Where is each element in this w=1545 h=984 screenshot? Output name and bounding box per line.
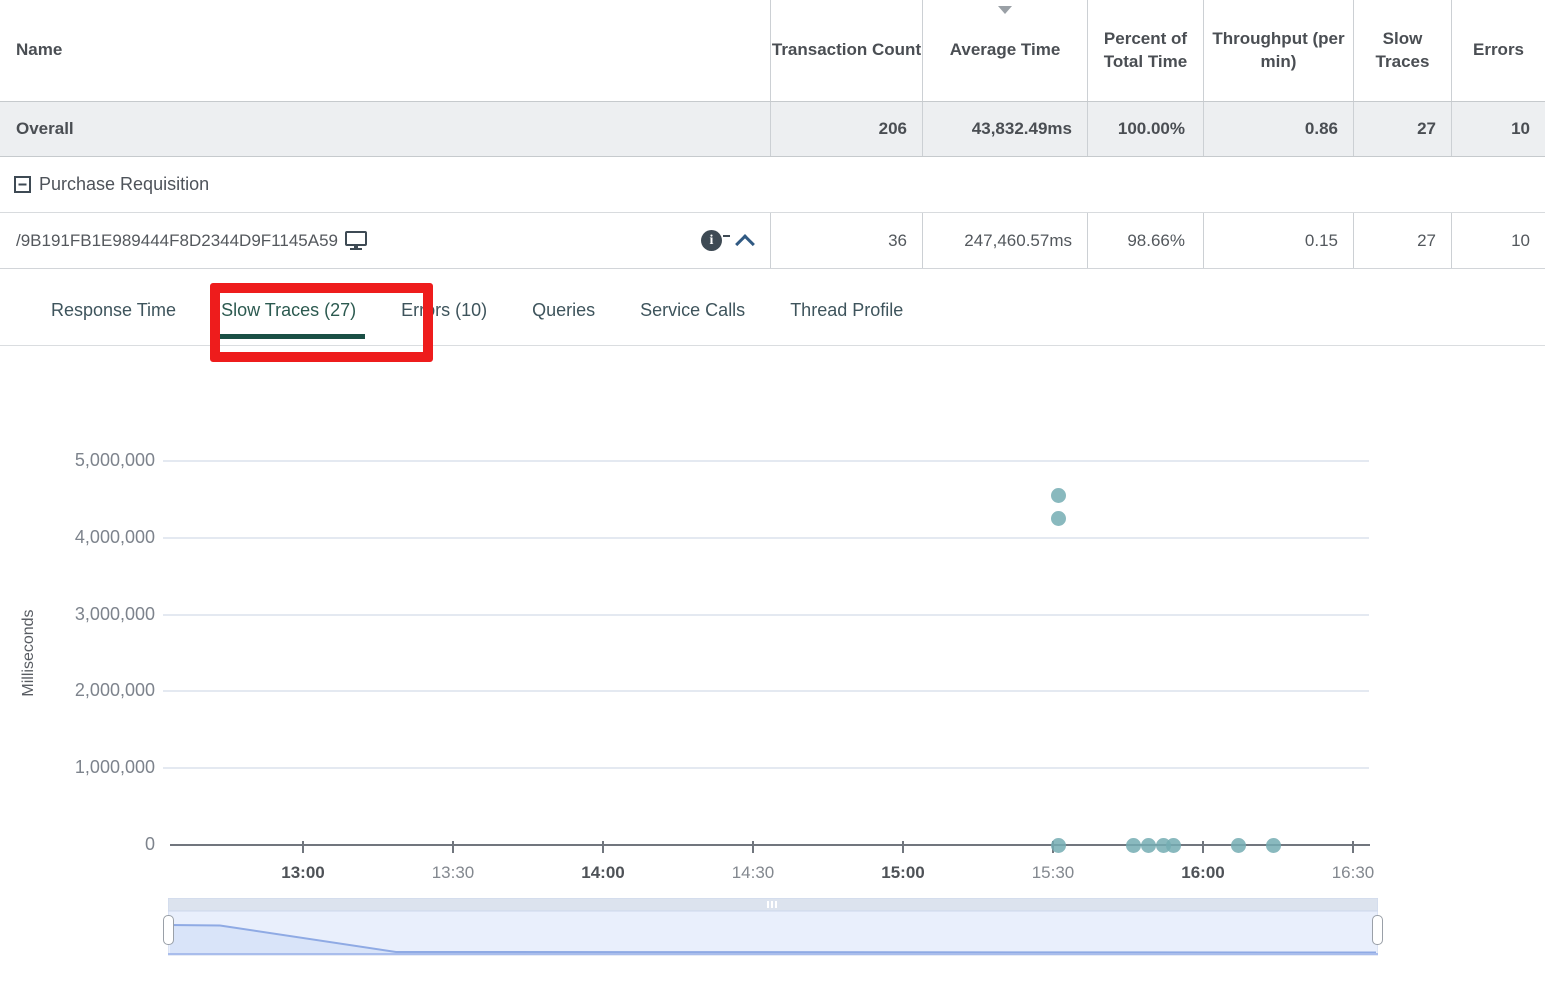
overall-percent-of-total: 100.00%: [1087, 102, 1203, 156]
transaction-name[interactable]: /9B191FB1E989444F8D2344D9F1145A59: [16, 231, 338, 251]
detail-tabs: Response Time Slow Traces (27) Errors (1…: [0, 292, 912, 339]
column-header-label: Throughput (per min): [1204, 28, 1353, 74]
x-tick-label: 13:00: [263, 863, 343, 883]
transaction-errors: 10: [1451, 213, 1545, 268]
x-tick-mark: [302, 841, 304, 853]
x-tick-mark: [602, 841, 604, 853]
scatter-point[interactable]: [1051, 838, 1066, 853]
x-tick-mark: [1352, 841, 1354, 853]
column-header-slow-traces[interactable]: Slow Traces: [1353, 0, 1451, 101]
group-row-purchase-requisition[interactable]: Purchase Requisition: [0, 157, 1545, 213]
x-tick-mark: [1202, 841, 1204, 853]
column-header-errors[interactable]: Errors: [1451, 0, 1545, 101]
column-header-label: Errors: [1473, 39, 1524, 62]
brush-handle-left[interactable]: [163, 915, 174, 945]
chevron-up-icon[interactable]: [735, 234, 755, 254]
tab-queries[interactable]: Queries: [523, 292, 604, 339]
column-header-transaction-count[interactable]: Transaction Count: [770, 0, 922, 101]
x-axis-line: [170, 844, 1370, 846]
scatter-point[interactable]: [1051, 511, 1066, 526]
transaction-slow-traces: 27: [1353, 213, 1451, 268]
apm-transactions-page: Name Transaction Count Average Time Perc…: [0, 0, 1545, 984]
underscore-mark: [723, 235, 730, 237]
x-tick-label: 15:00: [863, 863, 943, 883]
time-range-brush[interactable]: [168, 898, 1378, 956]
transaction-average-time: 247,460.57ms: [922, 213, 1087, 268]
gridline: [163, 690, 1369, 692]
y-tick-label: 1,000,000: [0, 757, 155, 779]
sort-desc-icon: [998, 6, 1012, 14]
y-tick-label: 5,000,000: [0, 450, 155, 472]
table-header-row: Name Transaction Count Average Time Perc…: [0, 0, 1545, 101]
info-icon[interactable]: i: [701, 230, 722, 251]
overall-average-time: 43,832.49ms: [922, 102, 1087, 156]
slow-traces-scatter-chart: Milliseconds 5,000,000 4,000,000 3,000,000…: [0, 430, 1545, 970]
overall-throughput: 0.86: [1203, 102, 1353, 156]
x-tick-label: 14:30: [713, 863, 793, 883]
tab-thread-profile[interactable]: Thread Profile: [781, 292, 912, 339]
transaction-throughput: 0.15: [1203, 213, 1353, 268]
column-header-name[interactable]: Name: [0, 0, 770, 101]
scatter-point[interactable]: [1166, 838, 1181, 853]
transaction-name-cell: /9B191FB1E989444F8D2344D9F1145A59 i: [0, 213, 770, 268]
x-tick-mark: [902, 841, 904, 853]
column-header-label: Slow Traces: [1354, 28, 1451, 74]
transaction-percent-of-total: 98.66%: [1087, 213, 1203, 268]
tab-service-calls[interactable]: Service Calls: [631, 292, 754, 339]
scatter-point[interactable]: [1126, 838, 1141, 853]
highlight-annotation: [210, 283, 433, 362]
y-tick-label: 0: [0, 834, 155, 856]
scatter-point[interactable]: [1141, 838, 1156, 853]
transactions-table: Name Transaction Count Average Time Perc…: [0, 0, 1545, 269]
x-tick-mark: [452, 841, 454, 853]
x-tick-label: 14:00: [563, 863, 643, 883]
x-tick-label: 13:30: [413, 863, 493, 883]
transaction-count: 36: [770, 213, 922, 268]
scatter-point[interactable]: [1266, 838, 1281, 853]
column-header-throughput[interactable]: Throughput (per min): [1203, 0, 1353, 101]
overall-transaction-count: 206: [770, 102, 922, 156]
y-tick-label: 4,000,000: [0, 527, 155, 549]
scatter-point[interactable]: [1231, 838, 1246, 853]
overall-row-name: Overall: [0, 102, 770, 156]
monitor-icon: [345, 231, 367, 251]
gridline: [163, 537, 1369, 539]
brush-grip-icon: [767, 901, 777, 908]
group-label: Purchase Requisition: [39, 174, 209, 195]
overall-row[interactable]: Overall 206 43,832.49ms 100.00% 0.86 27 …: [0, 101, 1545, 157]
x-tick-label: 16:30: [1313, 863, 1393, 883]
x-tick-label: 16:00: [1163, 863, 1243, 883]
overall-errors: 10: [1451, 102, 1545, 156]
gridline: [163, 767, 1369, 769]
column-header-average-time[interactable]: Average Time: [922, 0, 1087, 101]
scatter-point[interactable]: [1051, 488, 1066, 503]
y-tick-label: 3,000,000: [0, 604, 155, 626]
y-tick-label: 2,000,000: [0, 680, 155, 702]
column-header-label: Transaction Count: [772, 39, 921, 62]
x-tick-mark: [752, 841, 754, 853]
overall-slow-traces: 27: [1353, 102, 1451, 156]
transaction-row[interactable]: /9B191FB1E989444F8D2344D9F1145A59 i 36 2…: [0, 213, 1545, 269]
gridline: [163, 614, 1369, 616]
brush-handle-right[interactable]: [1372, 915, 1383, 945]
column-header-label: Percent of Total Time: [1088, 28, 1203, 74]
tab-response-time[interactable]: Response Time: [42, 292, 185, 339]
gridline: [163, 460, 1369, 462]
collapse-icon[interactable]: [14, 176, 31, 193]
y-axis-title: Milliseconds: [20, 573, 40, 733]
x-tick-label: 15:30: [1013, 863, 1093, 883]
column-header-label: Average Time: [950, 39, 1061, 62]
column-header-percent-of-total-time[interactable]: Percent of Total Time: [1087, 0, 1203, 101]
